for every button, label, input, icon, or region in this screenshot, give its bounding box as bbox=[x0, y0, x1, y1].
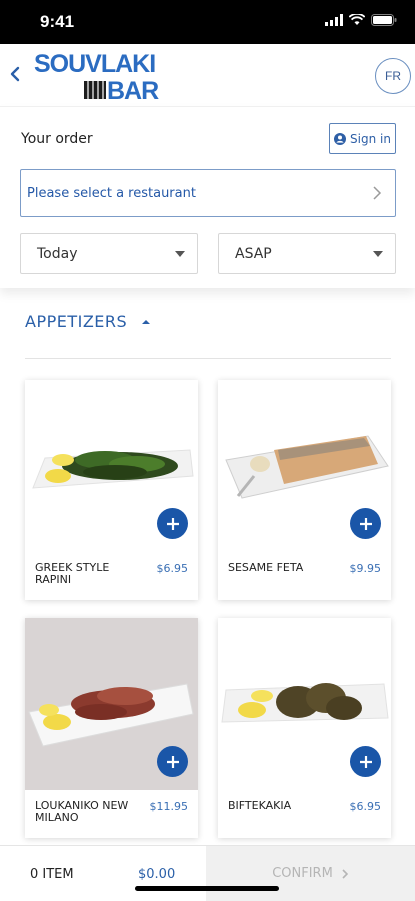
status-icons bbox=[325, 14, 397, 26]
chevron-right-icon bbox=[342, 868, 348, 879]
plus-icon bbox=[166, 755, 179, 768]
souvlaki-bar-logo: SOUVLAKI BAR bbox=[34, 50, 160, 102]
menu-item-name: SESAME FETA bbox=[228, 561, 304, 574]
menu-item-card[interactable]: GREEK STYLE RAPINI $6.95 bbox=[25, 380, 198, 600]
user-icon bbox=[334, 132, 347, 145]
logo-text-bar: BAR bbox=[107, 77, 159, 102]
confirm-button[interactable]: CONFIRM bbox=[206, 846, 415, 901]
menu-item-price: $9.95 bbox=[349, 562, 382, 575]
menu-item-name: BIFTEKAKIA bbox=[228, 799, 292, 812]
menu-item-card[interactable]: SESAME FETA $9.95 bbox=[218, 380, 391, 600]
order-panel: Your order Sign in Please select a resta… bbox=[0, 106, 415, 288]
menu-item-price: $6.95 bbox=[156, 562, 189, 575]
add-to-cart-button[interactable] bbox=[157, 746, 188, 777]
cart-bar: 0 ITEM $0.00 CONFIRM bbox=[0, 845, 415, 901]
restaurant-placeholder: Please select a restaurant bbox=[27, 185, 196, 201]
menu-item-card[interactable]: LOUKANIKO NEW MILANO $11.95 bbox=[25, 618, 198, 838]
logo-text-souvlaki: SOUVLAKI bbox=[34, 50, 155, 78]
cart-item-count: 0 ITEM bbox=[30, 867, 74, 882]
time-value: ASAP bbox=[235, 245, 272, 262]
menu-item-price: $6.95 bbox=[349, 800, 382, 813]
add-to-cart-button[interactable] bbox=[157, 508, 188, 539]
chevron-right-icon bbox=[373, 186, 382, 200]
home-indicator bbox=[135, 886, 279, 891]
menu-item-name: LOUKANIKO NEW MILANO bbox=[35, 799, 129, 824]
add-to-cart-button[interactable] bbox=[350, 746, 381, 777]
restaurant-selector[interactable]: Please select a restaurant bbox=[20, 169, 396, 217]
category-toggle-appetizers[interactable]: APPETIZERS bbox=[25, 312, 151, 331]
caret-down-icon bbox=[373, 251, 383, 257]
logo-grill-mark bbox=[84, 81, 106, 99]
back-chevron-icon[interactable] bbox=[6, 62, 26, 86]
menu-item-price: $11.95 bbox=[149, 800, 189, 813]
plus-icon bbox=[166, 517, 179, 530]
category-title: APPETIZERS bbox=[25, 312, 128, 331]
battery-icon bbox=[371, 14, 397, 26]
sign-in-label: Sign in bbox=[350, 131, 391, 146]
category-divider bbox=[25, 358, 391, 359]
day-value: Today bbox=[37, 245, 78, 262]
plus-icon bbox=[359, 517, 372, 530]
status-bar: 9:41 bbox=[0, 0, 415, 44]
language-toggle-button[interactable]: FR bbox=[375, 58, 411, 94]
signal-icon bbox=[325, 14, 343, 26]
menu-item-name: GREEK STYLE RAPINI bbox=[35, 561, 110, 586]
time-dropdown[interactable]: ASAP bbox=[218, 233, 396, 274]
your-order-title: Your order bbox=[21, 131, 93, 147]
caret-down-icon bbox=[175, 251, 185, 257]
sign-in-button[interactable]: Sign in bbox=[329, 123, 396, 154]
status-time: 9:41 bbox=[40, 12, 75, 31]
day-dropdown[interactable]: Today bbox=[20, 233, 198, 274]
menu-item-card[interactable]: BIFTEKAKIA $6.95 bbox=[218, 618, 391, 838]
confirm-label: CONFIRM bbox=[272, 866, 333, 881]
wifi-icon bbox=[349, 14, 365, 25]
app-header: SOUVLAKI BAR FR bbox=[0, 44, 415, 106]
caret-up-icon bbox=[142, 319, 151, 324]
cart-total: $0.00 bbox=[138, 867, 176, 882]
add-to-cart-button[interactable] bbox=[350, 508, 381, 539]
plus-icon bbox=[359, 755, 372, 768]
